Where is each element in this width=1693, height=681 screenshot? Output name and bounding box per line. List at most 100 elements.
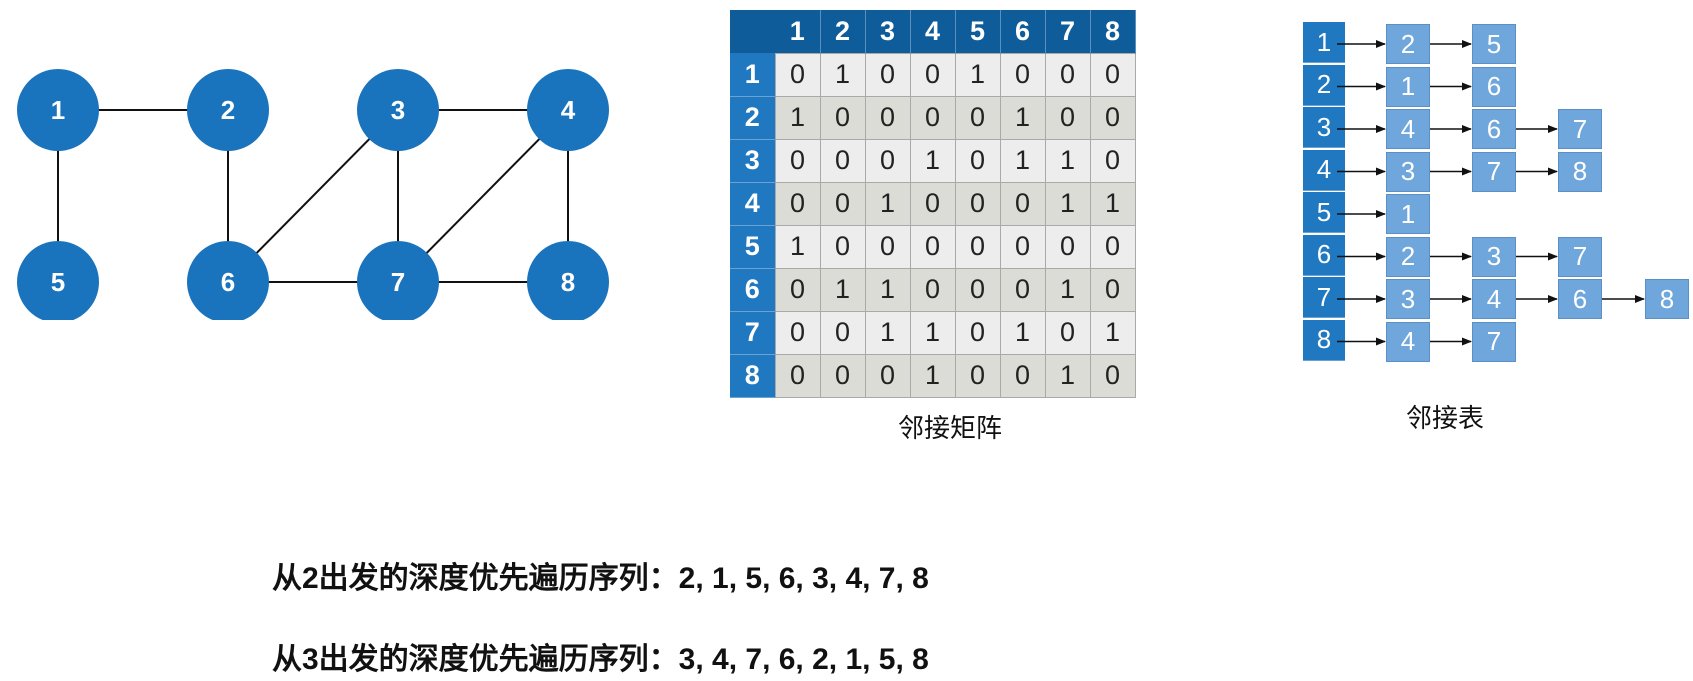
list-head-5: 5 [1303, 192, 1345, 233]
matrix-cell: 0 [819, 181, 866, 226]
matrix-cell: 0 [774, 138, 821, 183]
matrix-cell: 1 [999, 95, 1046, 140]
matrix-cell: 0 [999, 52, 1046, 97]
matrix-cell: 1 [774, 95, 821, 140]
matrix-col-header-2: 2 [820, 10, 866, 53]
list-head-6: 6 [1303, 234, 1345, 276]
list-node-6-7: 7 [1558, 236, 1602, 277]
matrix-col-header-8: 8 [1090, 10, 1136, 53]
list-node-4-8: 8 [1558, 151, 1602, 192]
matrix-cell: 0 [774, 267, 821, 312]
matrix-cell: 0 [819, 310, 866, 355]
graph-node-3: 3 [357, 69, 439, 151]
list-head-7: 7 [1303, 277, 1345, 318]
matrix-cell: 1 [1044, 138, 1091, 183]
list-node-7-8: 8 [1645, 279, 1689, 319]
list-node-7-4: 4 [1472, 279, 1516, 319]
matrix-row-header-1: 1 [730, 53, 775, 97]
matrix-col-header-7: 7 [1045, 10, 1091, 53]
matrix-cell: 0 [774, 310, 821, 355]
list-node-3-7: 7 [1558, 109, 1602, 149]
matrix-cell: 0 [819, 138, 866, 183]
matrix-cell: 1 [1044, 353, 1091, 398]
matrix-cell: 0 [999, 224, 1046, 269]
matrix-cell: 0 [774, 353, 821, 398]
matrix-row: 510000000 [730, 224, 1136, 269]
matrix-cell: 0 [909, 52, 956, 97]
matrix-col-header-3: 3 [865, 10, 911, 53]
matrix-row: 800010010 [730, 353, 1136, 398]
matrix-cell: 0 [864, 138, 911, 183]
matrix-cell: 1 [909, 353, 956, 398]
graph-node-5: 5 [17, 241, 99, 320]
matrix-cell: 0 [864, 52, 911, 97]
matrix-row-header-4: 4 [730, 182, 775, 226]
matrix-cell: 0 [954, 353, 1001, 398]
list-node-8-7: 7 [1472, 321, 1516, 362]
matrix-cell: 0 [909, 95, 956, 140]
graph-node-8: 8 [527, 241, 609, 320]
matrix-cell: 1 [954, 52, 1001, 97]
matrix-col-header-1: 1 [775, 10, 821, 53]
matrix-cell: 0 [1089, 224, 1136, 269]
list-node-8-4: 4 [1386, 321, 1430, 362]
list-node-2-1: 1 [1386, 66, 1430, 107]
node-label: 8 [561, 267, 575, 297]
list-node-7-6: 6 [1558, 279, 1602, 319]
matrix-cell: 0 [954, 267, 1001, 312]
matrix-cell: 1 [819, 52, 866, 97]
matrix-cell: 1 [819, 267, 866, 312]
matrix-row: 601100010 [730, 267, 1136, 312]
matrix-cell: 0 [864, 224, 911, 269]
list-head-1: 1 [1303, 22, 1345, 63]
list-node-4-3: 3 [1386, 151, 1430, 192]
matrix-cell: 0 [819, 224, 866, 269]
adjacency-matrix: 1234567810100100021000010030001011040010… [730, 10, 1136, 398]
list-node-3-6: 6 [1472, 109, 1516, 149]
matrix-row-header-6: 6 [730, 268, 775, 312]
list-head-8: 8 [1303, 319, 1345, 361]
matrix-cell: 0 [1089, 95, 1136, 140]
matrix-row-header-5: 5 [730, 225, 775, 269]
matrix-cell: 1 [999, 138, 1046, 183]
node-label: 6 [221, 267, 235, 297]
list-node-6-2: 2 [1386, 236, 1430, 277]
matrix-cell: 0 [954, 310, 1001, 355]
list-head-4: 4 [1303, 149, 1345, 191]
list-node-3-4: 4 [1386, 109, 1430, 149]
matrix-row: 700110101 [730, 310, 1136, 355]
node-label: 7 [391, 267, 405, 297]
matrix-cell: 1 [1044, 181, 1091, 226]
list-caption: 邻接表 [1405, 403, 1484, 433]
list-node-1-5: 5 [1472, 24, 1516, 64]
undirected-graph: 1 2 3 4 5 6 7 8 [17, 69, 609, 320]
matrix-cell: 0 [954, 95, 1001, 140]
matrix-row-header-2: 2 [730, 96, 775, 140]
matrix-cell: 0 [1044, 224, 1091, 269]
matrix-row: 101001000 [730, 52, 1136, 97]
matrix-cell: 0 [1044, 95, 1091, 140]
matrix-caption: 邻接矩阵 [897, 413, 1002, 443]
list-head-2: 2 [1303, 64, 1345, 106]
matrix-cell: 1 [1089, 310, 1136, 355]
matrix-row-header-3: 3 [730, 139, 775, 183]
matrix-cell: 1 [774, 224, 821, 269]
list-node-2-6: 6 [1472, 66, 1516, 107]
node-label: 5 [51, 267, 65, 297]
matrix-cell: 0 [1089, 138, 1136, 183]
matrix-cell: 0 [774, 52, 821, 97]
matrix-cell: 0 [954, 181, 1001, 226]
matrix-cell: 0 [909, 181, 956, 226]
matrix-cell: 0 [819, 95, 866, 140]
matrix-cell: 0 [864, 95, 911, 140]
node-label: 1 [51, 95, 65, 125]
matrix-col-header-4: 4 [910, 10, 956, 53]
matrix-cell: 1 [999, 310, 1046, 355]
matrix-row: 400100011 [730, 181, 1136, 226]
matrix-cell: 0 [999, 353, 1046, 398]
matrix-cell: 0 [909, 224, 956, 269]
matrix-cell: 0 [954, 138, 1001, 183]
matrix-cell: 1 [909, 310, 956, 355]
list-node-1-2: 2 [1386, 24, 1430, 64]
matrix-cell: 0 [864, 353, 911, 398]
